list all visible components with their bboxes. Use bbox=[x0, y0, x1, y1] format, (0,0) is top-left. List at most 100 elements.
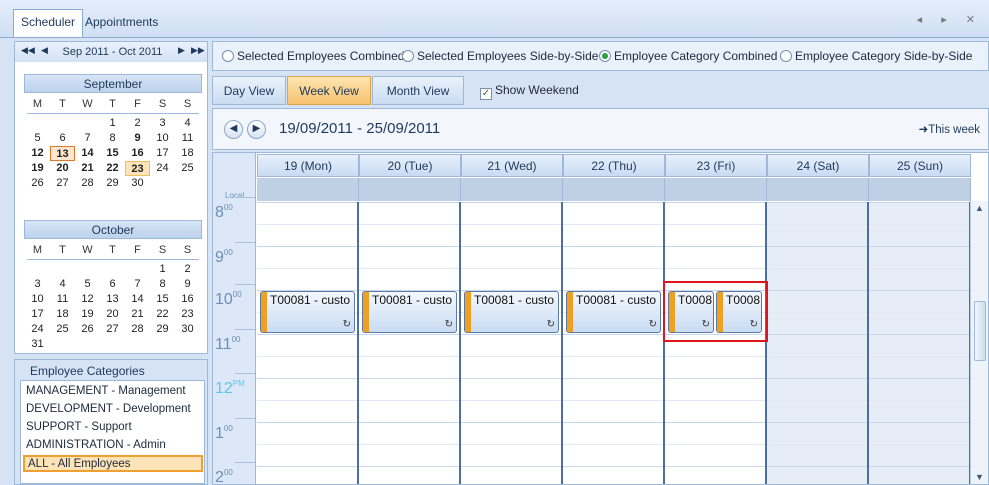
calendar-day[interactable]: 14 bbox=[75, 146, 100, 161]
day-column[interactable] bbox=[359, 202, 461, 484]
calendar-day[interactable]: 23 bbox=[175, 307, 200, 322]
day-column[interactable] bbox=[665, 202, 767, 484]
employee-categories-list[interactable]: MANAGEMENT - Management DEVELOPMENT - Dev… bbox=[20, 380, 205, 484]
week-view-button[interactable]: Week View bbox=[287, 76, 371, 105]
calendar-day[interactable]: 23 bbox=[125, 161, 150, 176]
calendar-day[interactable]: 12 bbox=[75, 292, 100, 307]
next-month-icon[interactable]: ▶ bbox=[178, 45, 185, 56]
day-column[interactable] bbox=[257, 202, 359, 484]
prev-month-icon[interactable]: ◀ bbox=[41, 45, 48, 56]
tab-appointments[interactable]: Appointments bbox=[77, 9, 166, 34]
calendar-day[interactable]: 21 bbox=[125, 307, 150, 322]
calendar-day[interactable]: 11 bbox=[175, 131, 200, 146]
calendar-day[interactable]: 20 bbox=[50, 161, 75, 176]
all-day-area[interactable] bbox=[257, 178, 359, 201]
calendar-day[interactable]: 27 bbox=[50, 176, 75, 191]
calendar-day[interactable]: 16 bbox=[125, 146, 150, 161]
tab-scheduler[interactable]: Scheduler bbox=[13, 9, 84, 39]
appointment[interactable]: T00081 - custo ↻ bbox=[260, 291, 355, 333]
calendar-day[interactable]: 6 bbox=[100, 277, 125, 292]
all-day-area[interactable] bbox=[563, 178, 665, 201]
calendar-day[interactable]: 7 bbox=[75, 131, 100, 146]
appointment[interactable]: T00081 - custo ↻ bbox=[362, 291, 457, 333]
prev-year-icon[interactable]: ◀◀ bbox=[21, 45, 35, 56]
all-day-area[interactable] bbox=[461, 178, 563, 201]
calendar-day[interactable]: 26 bbox=[75, 322, 100, 337]
calendar-day[interactable]: 9 bbox=[125, 131, 150, 146]
next-week-button[interactable]: ▶ bbox=[247, 120, 266, 139]
vertical-scrollbar[interactable]: ▲ ▼ bbox=[970, 201, 988, 484]
calendar-day[interactable]: 7 bbox=[125, 277, 150, 292]
calendar-day[interactable]: 5 bbox=[25, 131, 50, 146]
calendar-day[interactable]: 9 bbox=[175, 277, 200, 292]
calendar-day[interactable]: 1 bbox=[150, 262, 175, 277]
calendar-day[interactable]: 2 bbox=[175, 262, 200, 277]
day-column[interactable] bbox=[767, 202, 869, 484]
category-item[interactable]: SUPPORT - Support bbox=[23, 419, 203, 436]
calendar-day[interactable]: 13 bbox=[100, 292, 125, 307]
calendar-day[interactable]: 6 bbox=[50, 131, 75, 146]
appointment[interactable]: T00081 - custo ↻ bbox=[566, 291, 661, 333]
scrollbar-thumb[interactable] bbox=[974, 301, 986, 361]
day-header[interactable]: 23 (Fri) bbox=[665, 154, 767, 177]
category-item[interactable]: ALL - All Employees bbox=[23, 455, 203, 472]
calendar-day[interactable]: 1 bbox=[100, 116, 125, 131]
month-view-button[interactable]: Month View bbox=[372, 76, 464, 105]
calendar-day[interactable]: 19 bbox=[75, 307, 100, 322]
calendar-day[interactable]: 22 bbox=[100, 161, 125, 176]
calendar-day[interactable]: 29 bbox=[150, 322, 175, 337]
prev-week-button[interactable]: ◀ bbox=[224, 120, 243, 139]
calendar-day[interactable]: 29 bbox=[100, 176, 125, 191]
day-view-button[interactable]: Day View bbox=[212, 76, 286, 105]
calendar-day[interactable]: 4 bbox=[50, 277, 75, 292]
day-header[interactable]: 25 (Sun) bbox=[869, 154, 971, 177]
calendar-day[interactable]: 11 bbox=[50, 292, 75, 307]
calendar-day[interactable]: 13 bbox=[50, 146, 75, 161]
calendar-day[interactable]: 17 bbox=[25, 307, 50, 322]
day-column[interactable] bbox=[563, 202, 665, 484]
day-header[interactable]: 22 (Thu) bbox=[563, 154, 665, 177]
day-header[interactable]: 21 (Wed) bbox=[461, 154, 563, 177]
view-mode-option[interactable]: Employee Category Combined bbox=[599, 49, 777, 63]
all-day-area[interactable] bbox=[767, 178, 869, 201]
category-item[interactable]: ADMINISTRATION - Admin bbox=[23, 437, 203, 454]
calendar-day[interactable]: 2 bbox=[125, 116, 150, 131]
calendar-day[interactable]: 31 bbox=[25, 337, 50, 352]
calendar-day[interactable]: 30 bbox=[175, 322, 200, 337]
day-header[interactable]: 24 (Sat) bbox=[767, 154, 869, 177]
calendar-day[interactable]: 8 bbox=[150, 277, 175, 292]
calendar-day[interactable]: 22 bbox=[150, 307, 175, 322]
category-item[interactable]: DEVELOPMENT - Development bbox=[23, 401, 203, 418]
calendar-day[interactable]: 24 bbox=[150, 161, 175, 176]
view-mode-option[interactable]: Selected Employees Combined bbox=[222, 49, 404, 63]
this-week-link[interactable]: ➜This week bbox=[919, 122, 980, 136]
day-header[interactable]: 19 (Mon) bbox=[257, 154, 359, 177]
calendar-day[interactable]: 12 bbox=[25, 146, 50, 161]
calendar-day[interactable]: 27 bbox=[100, 322, 125, 337]
calendar-day[interactable]: 17 bbox=[150, 146, 175, 161]
calendar-day[interactable]: 10 bbox=[25, 292, 50, 307]
category-item[interactable]: MANAGEMENT - Management bbox=[23, 383, 203, 400]
calendar-day[interactable]: 28 bbox=[125, 322, 150, 337]
all-day-area[interactable] bbox=[665, 178, 767, 201]
calendar-day[interactable]: 8 bbox=[100, 131, 125, 146]
calendar-day[interactable]: 25 bbox=[50, 322, 75, 337]
scroll-up-icon[interactable]: ▲ bbox=[975, 203, 984, 213]
calendar-day[interactable]: 18 bbox=[50, 307, 75, 322]
appointment[interactable]: T00081 - custo ↻ bbox=[464, 291, 559, 333]
calendar-day[interactable]: 18 bbox=[175, 146, 200, 161]
tab-navigation[interactable]: ◂ ▸ ✕ bbox=[917, 13, 983, 26]
calendar-day[interactable]: 4 bbox=[175, 116, 200, 131]
calendar-day[interactable]: 10 bbox=[150, 131, 175, 146]
calendar-day[interactable]: 19 bbox=[25, 161, 50, 176]
view-mode-option[interactable]: Selected Employees Side-by-Side bbox=[402, 49, 598, 63]
calendar-day[interactable]: 14 bbox=[125, 292, 150, 307]
calendar-day[interactable]: 3 bbox=[25, 277, 50, 292]
day-column[interactable] bbox=[461, 202, 563, 484]
calendar-day[interactable]: 3 bbox=[150, 116, 175, 131]
calendar-day[interactable]: 30 bbox=[125, 176, 150, 191]
day-header[interactable]: 20 (Tue) bbox=[359, 154, 461, 177]
show-weekend-checkbox[interactable]: ✓ Show Weekend bbox=[480, 83, 579, 100]
calendar-day[interactable]: 25 bbox=[175, 161, 200, 176]
calendar-day[interactable]: 28 bbox=[75, 176, 100, 191]
